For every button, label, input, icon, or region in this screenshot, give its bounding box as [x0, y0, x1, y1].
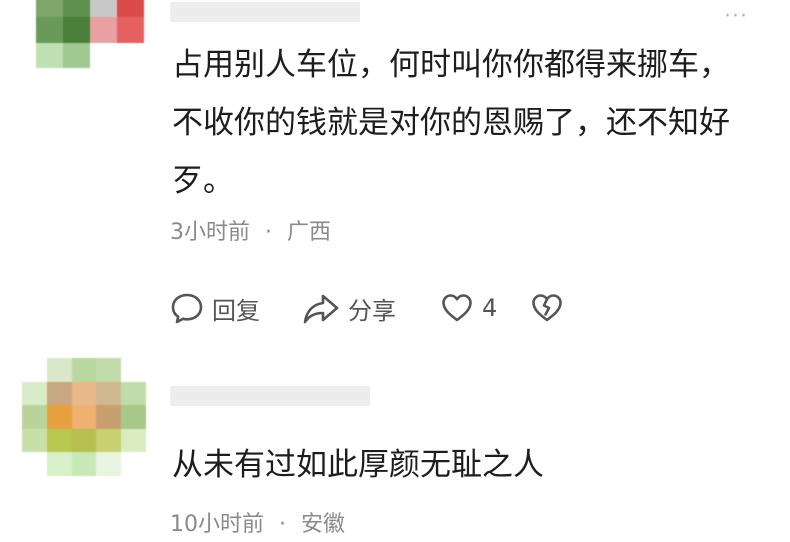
- comment-time: 3小时前: [170, 220, 250, 245]
- avatar-mosaic-tile: [46, 452, 72, 476]
- more-options-icon[interactable]: ···: [724, 6, 748, 28]
- avatar-mosaic-tile: [22, 405, 47, 429]
- avatar-mosaic-tile: [96, 452, 122, 476]
- avatar[interactable]: [36, 0, 144, 68]
- avatar-mosaic-tile: [46, 358, 72, 382]
- avatar-mosaic-tile: [22, 381, 47, 406]
- avatar-mosaic-tile: [63, 42, 90, 68]
- avatar-mosaic-tile: [121, 428, 146, 453]
- comment-meta: 3小时前 · 广西: [170, 214, 331, 246]
- avatar-mosaic-tile: [121, 381, 146, 406]
- avatar-mosaic-tile: [46, 381, 72, 406]
- avatar-mosaic-tile: [71, 358, 97, 382]
- avatar-mosaic-tile: [96, 381, 122, 406]
- avatar-mosaic-tile: [96, 358, 122, 382]
- avatar-mosaic-tile: [117, 0, 144, 18]
- avatar-mosaic-tile: [63, 0, 90, 18]
- avatar-mosaic-tile: [46, 405, 72, 429]
- avatar-mosaic-tile: [71, 428, 97, 453]
- like-count: 4: [482, 294, 498, 322]
- avatar-mosaic-tile: [22, 452, 47, 476]
- avatar-mosaic-tile: [121, 405, 146, 429]
- avatar-mosaic-tile: [90, 17, 117, 43]
- avatar-mosaic-tile: [22, 428, 47, 453]
- avatar-mosaic-tile: [96, 405, 122, 429]
- comment-meta: 10小时前 · 安徽: [170, 506, 345, 538]
- avatar-mosaic-tile: [117, 17, 144, 43]
- avatar-mosaic-tile: [22, 358, 47, 382]
- comment-text: 占用别人车位，何时叫你你都得来挪车，不收你的钱就是对你的恩赐了，还不知好歹。: [172, 47, 730, 199]
- comment-location: 安徽: [301, 512, 346, 537]
- avatar-mosaic-tile: [121, 358, 146, 382]
- like-button[interactable]: 4: [440, 288, 497, 328]
- username-redacted[interactable]: [170, 386, 370, 406]
- avatar-mosaic-tile: [96, 428, 122, 453]
- chat-bubble-icon: [170, 291, 204, 325]
- broken-heart-icon: [530, 291, 564, 325]
- dislike-button[interactable]: [530, 288, 564, 328]
- avatar-mosaic-tile: [36, 42, 63, 68]
- avatar-mosaic-tile: [121, 452, 146, 476]
- avatar-mosaic-tile: [71, 452, 97, 476]
- avatar-mosaic-tile: [71, 405, 97, 429]
- comment-text: 从未有过如此厚颜无耻之人: [172, 447, 544, 483]
- meta-separator: ·: [279, 512, 286, 537]
- avatar-mosaic-tile: [36, 17, 63, 43]
- avatar-mosaic-tile: [90, 0, 117, 18]
- avatar-mosaic-tile: [90, 42, 117, 68]
- comment-location: 广西: [287, 220, 332, 245]
- avatar-mosaic-tile: [71, 381, 97, 406]
- meta-separator: ·: [265, 220, 272, 245]
- avatar[interactable]: [22, 358, 146, 476]
- heart-icon: [440, 291, 474, 325]
- avatar-mosaic-tile: [63, 17, 90, 43]
- avatar-mosaic-tile: [46, 428, 72, 453]
- share-label: 分享: [348, 296, 396, 325]
- share-arrow-icon: [302, 291, 340, 325]
- reply-button[interactable]: 回复: [170, 288, 260, 328]
- share-button[interactable]: 分享: [302, 288, 396, 328]
- avatar-mosaic-tile: [117, 42, 144, 68]
- avatar-mosaic-tile: [36, 0, 63, 18]
- comment-time: 10小时前: [170, 512, 264, 537]
- reply-label: 回复: [212, 296, 260, 325]
- username-redacted[interactable]: [170, 2, 360, 22]
